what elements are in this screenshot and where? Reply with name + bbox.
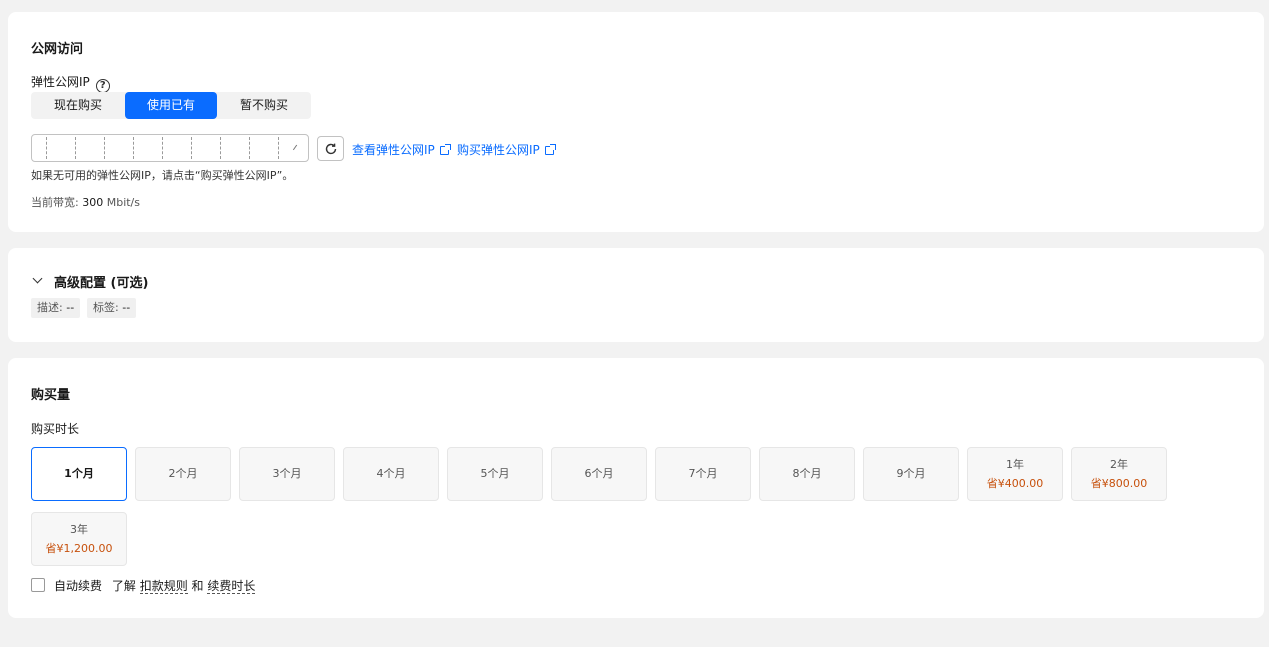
duration-option-label: 2个月 [168, 467, 198, 480]
duration-option[interactable]: 1个月 [31, 447, 127, 501]
duration-option-label: 3个月 [272, 467, 302, 480]
duration-saving: 省¥400.00 [986, 477, 1044, 490]
duration-option-label: 1个月 [64, 467, 94, 480]
auto-renew-row: 自动续费 了解 扣款规则 和 续费时长 [54, 577, 256, 594]
public-access-title: 公网访问 [31, 42, 84, 57]
duration-option[interactable]: 1年省¥400.00 [967, 447, 1063, 501]
duration-option-label: 7个月 [688, 467, 718, 480]
buy-eip-link[interactable]: 购买弹性公网IP [457, 141, 556, 158]
advanced-config-card: 高级配置 (可选) 描述: -- 标签: -- [8, 248, 1264, 342]
duration-option[interactable]: 3年省¥1,200.00 [31, 512, 127, 566]
and-text: 和 [191, 579, 204, 593]
duration-option[interactable]: 3个月 [239, 447, 335, 501]
option-buy-now[interactable]: 现在购买 [31, 92, 125, 119]
learn-text: 了解 [111, 579, 136, 593]
duration-option-label: 3年 [70, 523, 88, 536]
description-label: 描述: [37, 301, 63, 314]
duration-saving: 省¥1,200.00 [45, 542, 113, 555]
duration-label: 购买时长 [31, 422, 80, 436]
eip-hint: 如果无可用的弹性公网IP，请点击“购买弹性公网IP”。 [31, 169, 294, 182]
auto-renew-checkbox[interactable] [31, 578, 45, 592]
bandwidth-value: 300 [82, 196, 104, 209]
duration-option-label: 1年 [1006, 458, 1024, 471]
description-value: -- [66, 301, 75, 314]
buy-eip-link-text: 购买弹性公网IP [457, 143, 540, 157]
bandwidth-unit: Mbit/s [106, 196, 140, 209]
duration-option-label: 9个月 [896, 467, 926, 480]
duration-option-label: 2年 [1110, 458, 1128, 471]
bandwidth-label: 当前带宽: [31, 196, 79, 209]
duration-option[interactable]: 2个月 [135, 447, 231, 501]
duration-option[interactable]: 4个月 [343, 447, 439, 501]
view-eip-link[interactable]: 查看弹性公网IP [352, 141, 451, 158]
duration-option-label: 6个月 [584, 467, 614, 480]
auto-renew-label[interactable]: 自动续费 [54, 579, 102, 593]
chevron-down-icon[interactable] [32, 273, 43, 284]
tags-tag: 标签: -- [87, 298, 137, 318]
duration-option[interactable]: 9个月 [863, 447, 959, 501]
refresh-button[interactable] [317, 136, 344, 161]
duration-option[interactable]: 2年省¥800.00 [1071, 447, 1167, 501]
duration-option[interactable]: 8个月 [759, 447, 855, 501]
select-caret-icon [288, 141, 298, 151]
option-use-existing[interactable]: 使用已有 [125, 92, 217, 119]
external-link-icon [544, 144, 556, 155]
purchase-card: 购买量 购买时长 1个月 2个月 3个月 4个月 5个月 6个月 7个月 8个月 9个月 1年省¥… [8, 358, 1264, 618]
eip-option-group: 现在购买 使用已有 暂不购买 [31, 92, 311, 119]
duration-option[interactable]: 6个月 [551, 447, 647, 501]
refresh-icon [325, 143, 336, 154]
description-tag: 描述: -- [31, 298, 81, 318]
bandwidth-row: 当前带宽: 300 Mbit/s [31, 194, 140, 210]
duration-option-label: 8个月 [792, 467, 822, 480]
duration-saving: 省¥800.00 [1090, 477, 1148, 490]
option-no-purchase[interactable]: 暂不购买 [217, 92, 311, 119]
tags-label: 标签: [93, 301, 119, 314]
eip-select[interactable] [31, 134, 309, 162]
external-link-icon [439, 144, 451, 155]
duration-option-label: 4个月 [376, 467, 406, 480]
deduction-rules-link[interactable]: 扣款规则 [139, 579, 188, 594]
view-eip-link-text: 查看弹性公网IP [352, 143, 435, 157]
duration-option-label: 5个月 [480, 467, 510, 480]
help-icon[interactable]: ? [95, 79, 110, 93]
duration-option[interactable]: 7个月 [655, 447, 751, 501]
public-access-card: 公网访问 弹性公网IP? 现在购买 使用已有 暂不购买 查看弹性公网IP 购买弹… [8, 12, 1264, 232]
purchase-title: 购买量 [31, 388, 71, 403]
eip-select-placeholder [46, 137, 286, 159]
duration-option[interactable]: 5个月 [447, 447, 543, 501]
eip-label-row: 弹性公网IP? [31, 73, 110, 93]
renewal-duration-link[interactable]: 续费时长 [207, 579, 256, 594]
eip-label: 弹性公网IP [31, 75, 90, 89]
tags-value: -- [122, 301, 131, 314]
advanced-config-title[interactable]: 高级配置 (可选) [54, 272, 148, 291]
